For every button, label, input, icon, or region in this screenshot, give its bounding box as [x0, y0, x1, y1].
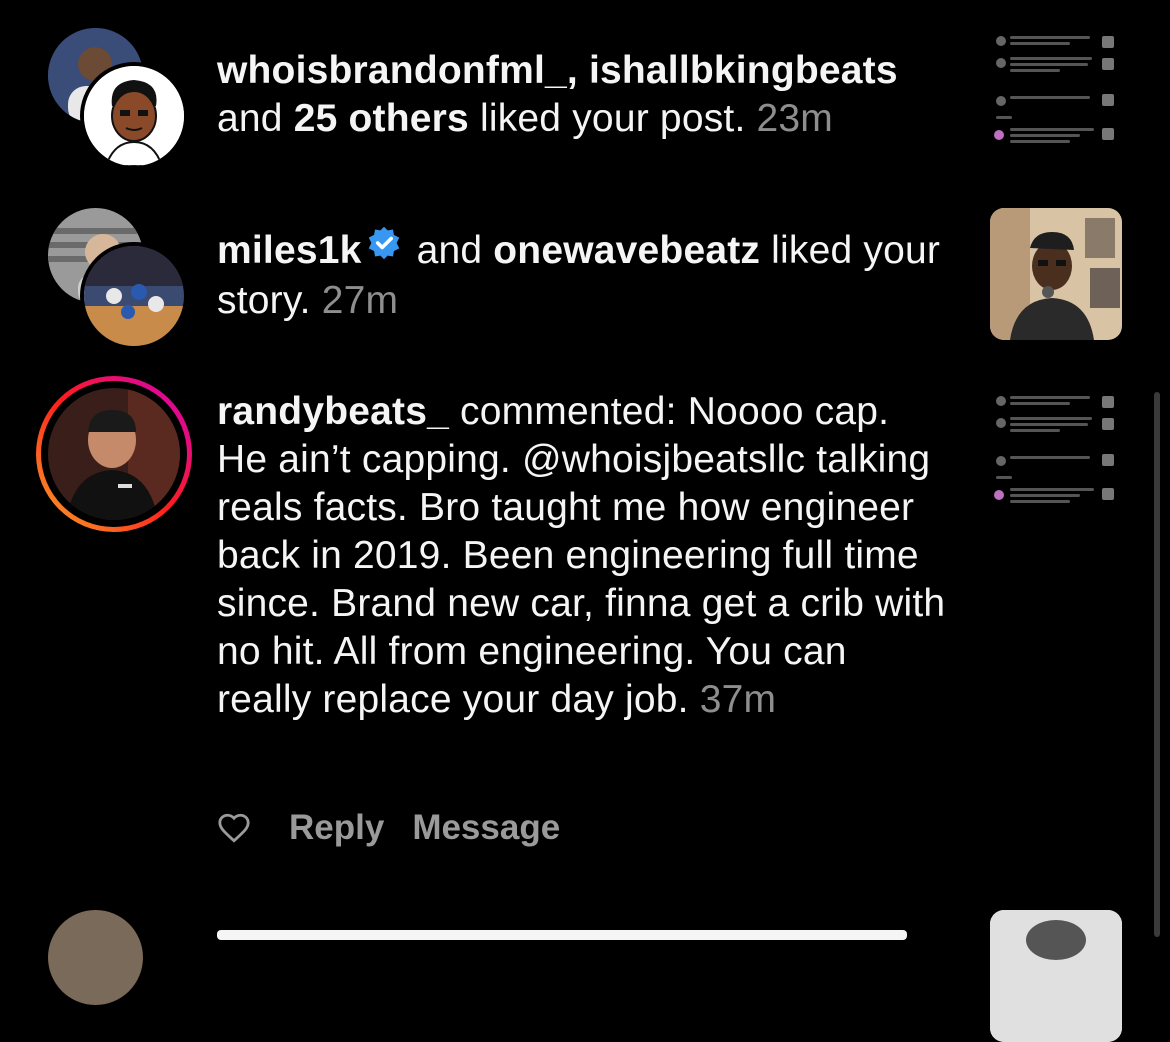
post-thumbnail-partial[interactable]: [990, 910, 1122, 1042]
notification-partial[interactable]: [0, 880, 1170, 1042]
story-thumbnail[interactable]: [990, 208, 1122, 340]
comment-text: randybeats_ commented: Noooo cap. He ain…: [217, 390, 946, 721]
timestamp: 27m: [321, 278, 399, 322]
username-onewavebeatz[interactable]: onewavebeatz: [493, 229, 760, 272]
post-thumbnail[interactable]: [990, 390, 1120, 520]
others-count[interactable]: 25 others: [294, 97, 469, 140]
scrollbar[interactable]: [1154, 392, 1160, 937]
avatar-ishallbkingbeats[interactable]: [80, 62, 188, 170]
notification-text: miles1k and onewavebeatz liked your stor…: [217, 225, 947, 325]
heart-outline-icon[interactable]: [217, 811, 251, 845]
comment-body: Noooo cap. He ain’t capping. @whoisjbeat…: [217, 390, 946, 721]
username-randybeats[interactable]: randybeats_: [217, 390, 449, 433]
notification-story-like[interactable]: miles1k and onewavebeatz liked your stor…: [0, 180, 1170, 360]
notification-text: whoisbrandonfml_, ishallbkingbeats and 2…: [217, 49, 898, 140]
comment-actions: Reply Message: [217, 804, 560, 852]
partial-text-line: [217, 930, 907, 940]
post-thumbnail[interactable]: [990, 30, 1120, 160]
notification-post-like[interactable]: whoisbrandonfml_, ishallbkingbeats and 2…: [0, 0, 1170, 180]
avatar-onewavebeatz[interactable]: [80, 242, 188, 350]
usernames[interactable]: whoisbrandonfml_, ishallbkingbeats: [217, 49, 898, 92]
avatar-partial[interactable]: [48, 910, 143, 1005]
timestamp: 37m: [699, 678, 777, 721]
avatar-randybeats-story-ring[interactable]: [36, 376, 192, 532]
verified-badge-icon: [366, 225, 402, 273]
timestamp: 23m: [756, 97, 833, 140]
reply-button[interactable]: Reply: [289, 808, 384, 848]
message-button[interactable]: Message: [412, 808, 560, 848]
notification-comment[interactable]: randybeats_ commented: Noooo cap. He ain…: [0, 360, 1170, 880]
username-miles1k[interactable]: miles1k: [217, 229, 362, 272]
